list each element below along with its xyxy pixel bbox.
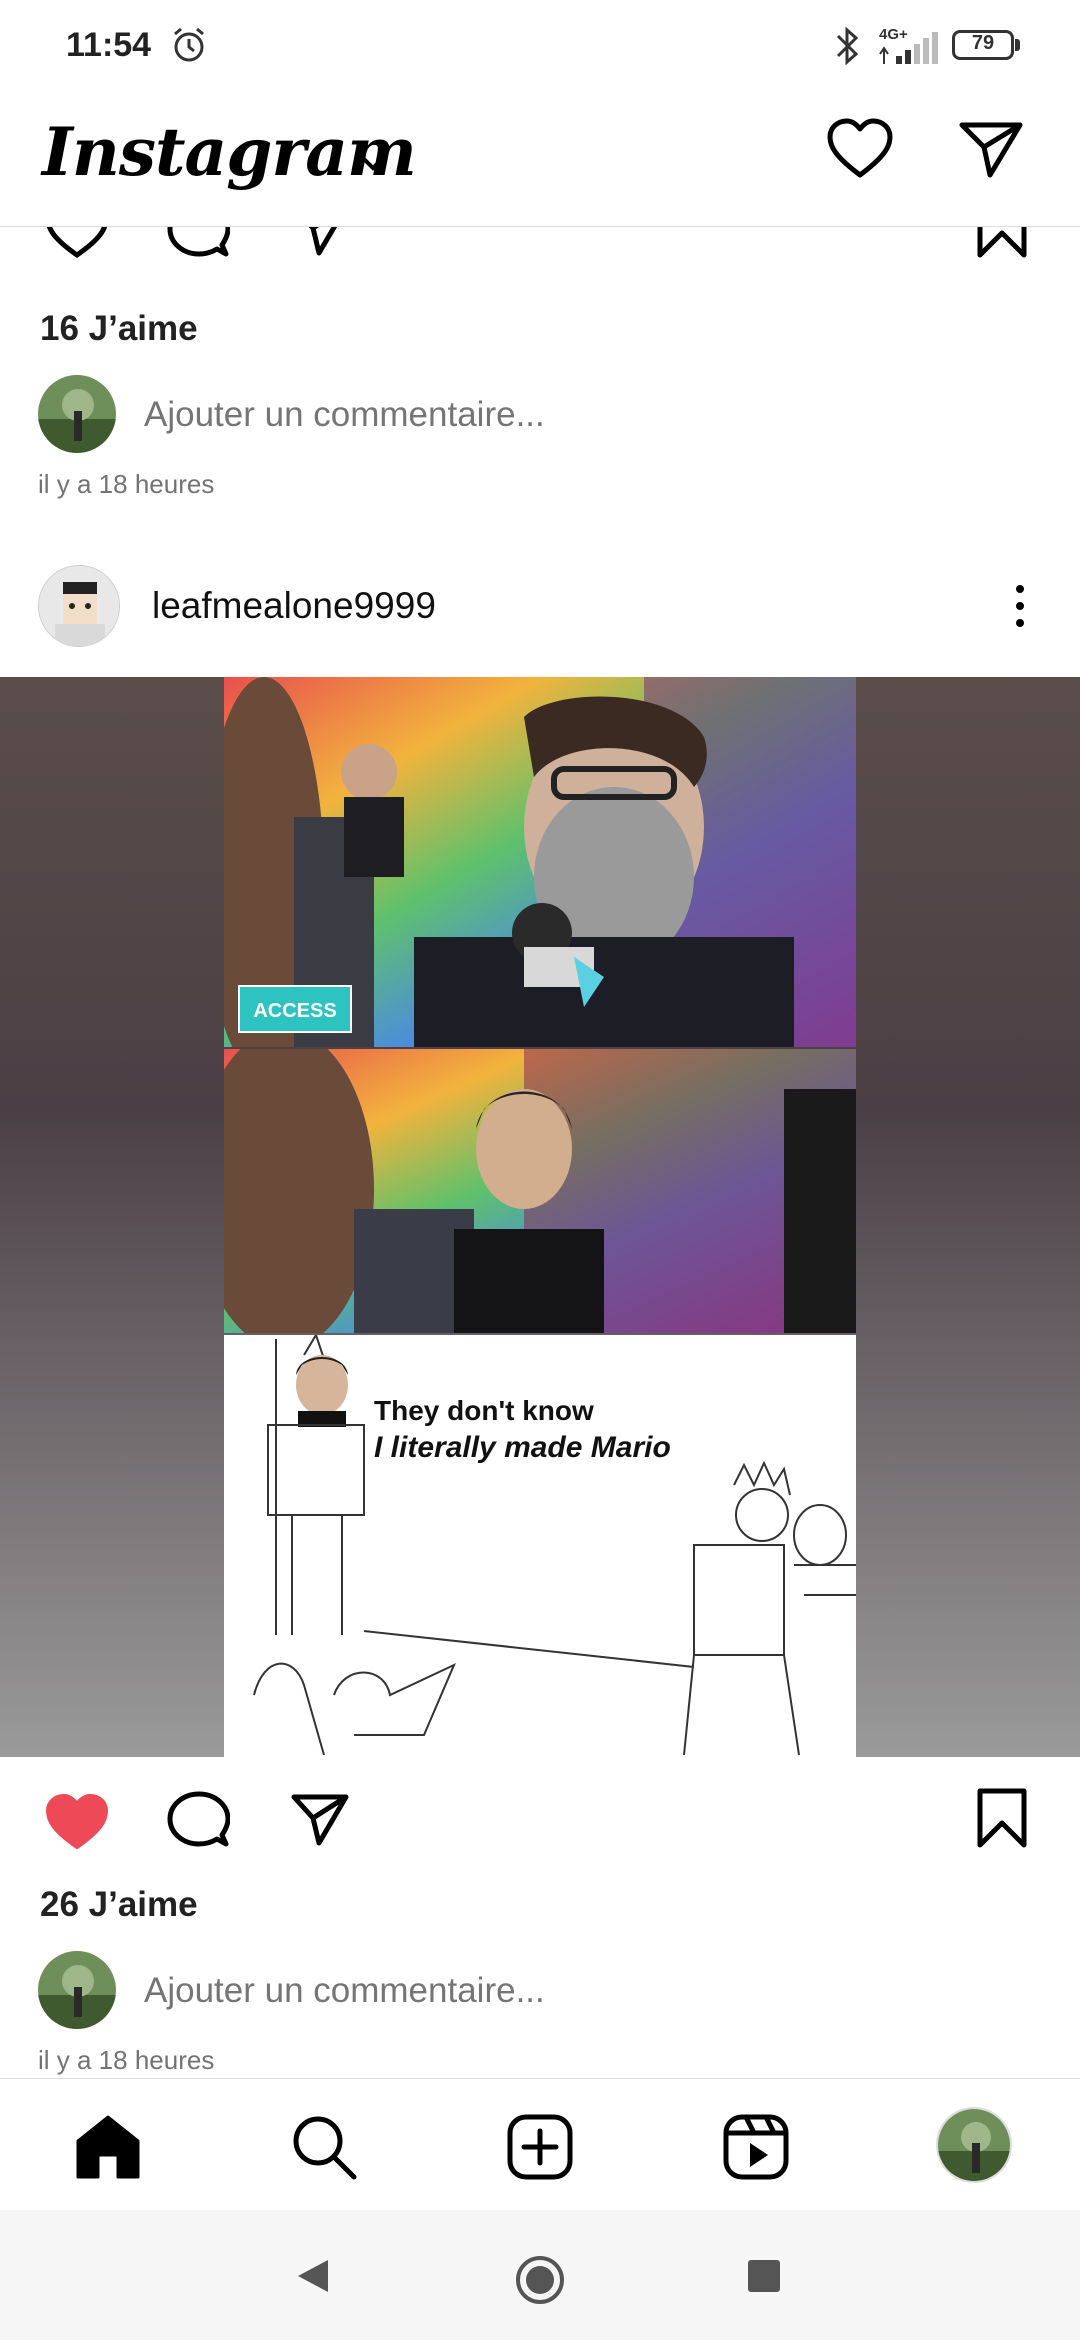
home-circle-icon[interactable] xyxy=(514,2254,566,2306)
access-badge: ACCESS xyxy=(238,985,352,1033)
post-timestamp: il y a 18 heures xyxy=(38,469,215,499)
avatar xyxy=(38,375,116,453)
meme-image: ACCESS They don't know I literally made … xyxy=(224,677,856,1757)
reels-icon[interactable] xyxy=(720,2111,792,2183)
post-header: leafmealone9999 xyxy=(0,547,1080,677)
create-icon[interactable] xyxy=(504,2111,576,2183)
meme-panel-miyamoto xyxy=(224,1049,856,1333)
alarm-icon xyxy=(174,27,204,62)
recents-icon[interactable] xyxy=(748,2260,780,2292)
chevron-down-icon[interactable] xyxy=(356,147,390,177)
bottom-nav xyxy=(0,2078,1080,2210)
bookmark-icon[interactable] xyxy=(974,227,1030,259)
avatar[interactable] xyxy=(38,565,120,647)
bluetooth-icon xyxy=(836,26,859,66)
more-options-icon[interactable] xyxy=(1000,581,1040,631)
send-icon[interactable] xyxy=(290,1793,350,1847)
post-username[interactable]: leafmealone9999 xyxy=(152,585,436,627)
app-header: Instagram xyxy=(0,95,1080,227)
heart-filled-icon[interactable] xyxy=(44,1793,110,1851)
avatar xyxy=(38,1951,116,2029)
status-time: 11:54 xyxy=(66,26,152,64)
post-timestamp: il y a 18 heures xyxy=(38,2045,215,2075)
feed[interactable]: 16 J’aime Ajouter un commentaire... il y… xyxy=(0,227,1080,2077)
battery-level: 79 xyxy=(971,32,995,54)
likes-count[interactable]: 16 J’aime xyxy=(40,309,198,349)
meme-caption-line1: They don't know xyxy=(374,1395,594,1426)
send-icon[interactable] xyxy=(958,119,1024,179)
comment-icon[interactable] xyxy=(166,1791,230,1851)
likes-count[interactable]: 26 J’aime xyxy=(40,1885,198,1925)
battery-indicator: 79 xyxy=(952,30,1022,62)
profile-avatar[interactable] xyxy=(936,2107,1012,2183)
system-navigation-bar xyxy=(0,2210,1080,2340)
send-icon[interactable] xyxy=(290,227,350,257)
bookmark-icon[interactable] xyxy=(974,1787,1030,1849)
comment-input[interactable]: Ajouter un commentaire... xyxy=(144,395,545,435)
back-icon[interactable] xyxy=(294,2256,332,2296)
comment-icon[interactable] xyxy=(166,227,230,261)
meme-panel-interview: ACCESS xyxy=(224,677,856,1047)
search-icon[interactable] xyxy=(288,2111,360,2183)
comment-input[interactable]: Ajouter un commentaire... xyxy=(144,1971,545,2011)
post-image[interactable]: ACCESS They don't know I literally made … xyxy=(0,677,1080,1757)
heart-outline-icon[interactable] xyxy=(44,227,110,259)
heart-outline-icon[interactable] xyxy=(826,117,894,181)
status-bar: 11:54 4G+ 79 xyxy=(0,0,1080,95)
meme-panel-drawing: They don't know I literally made Mario xyxy=(224,1335,856,1757)
meme-caption-line2: I literally made Mario xyxy=(374,1431,671,1464)
signal-strength-icon xyxy=(879,32,938,64)
home-icon[interactable] xyxy=(72,2111,144,2183)
